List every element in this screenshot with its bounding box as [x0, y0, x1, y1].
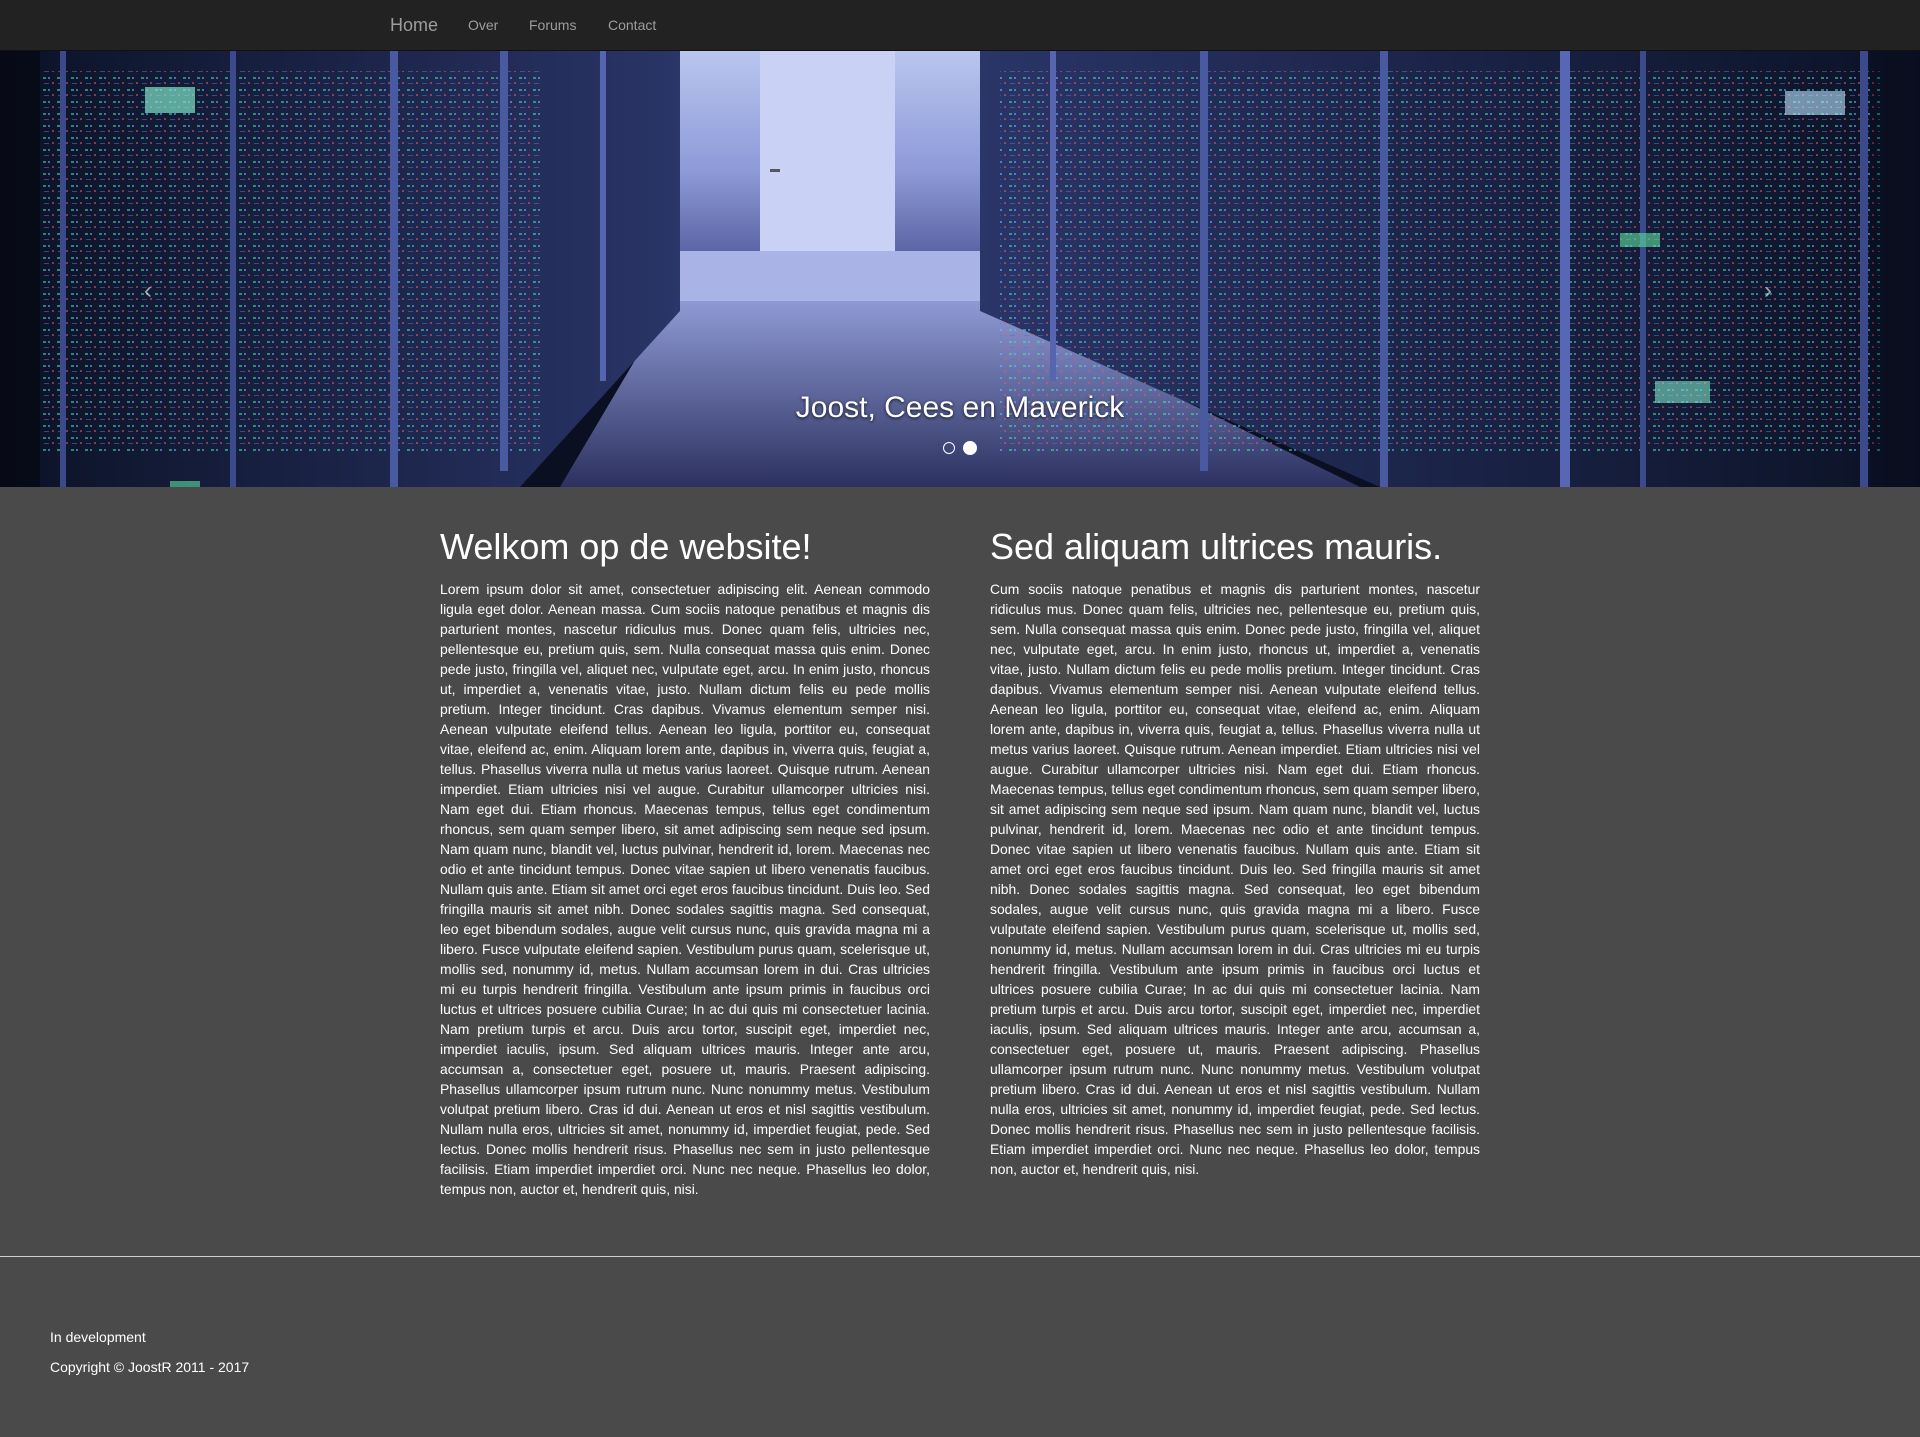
left-column-heading: Welkom op de website! [440, 526, 812, 567]
carousel-indicator-1[interactable] [942, 441, 955, 454]
carousel-prev-arrow[interactable]: ‹ [144, 279, 152, 303]
right-column-text: Cum sociis natoque penatibus et magnis d… [990, 581, 1480, 1177]
left-column-text: Lorem ipsum dolor sit amet, consectetuer… [440, 581, 930, 1197]
footer-copyright: Copyright © JoostR 2011 - 2017 [50, 1359, 250, 1375]
nav-link-contact[interactable]: Contact [608, 0, 656, 50]
carousel-indicators [0, 439, 1920, 455]
hero-carousel: ‹ › Joost, Cees en Maverick [0, 51, 1920, 487]
navbar: Home Over Forums Contact [0, 0, 1920, 51]
carousel-caption: Joost, Cees en Maverick [795, 391, 1125, 424]
carousel-indicator-2[interactable] [963, 440, 978, 455]
nav-home-link[interactable]: Home [390, 0, 438, 50]
carousel-next-arrow[interactable]: › [1764, 279, 1772, 303]
footer-divider [0, 1256, 1920, 1257]
footer-status: In development [50, 1329, 146, 1345]
right-column-heading: Sed aliquam ultrices mauris. [990, 526, 1443, 567]
nav-link-forums[interactable]: Forums [529, 0, 576, 50]
right-column: Sed aliquam ultrices mauris. Cum sociis … [990, 525, 1480, 1179]
left-column: Welkom op de website! Lorem ipsum dolor … [440, 525, 930, 1199]
nav-link-over[interactable]: Over [468, 0, 498, 50]
